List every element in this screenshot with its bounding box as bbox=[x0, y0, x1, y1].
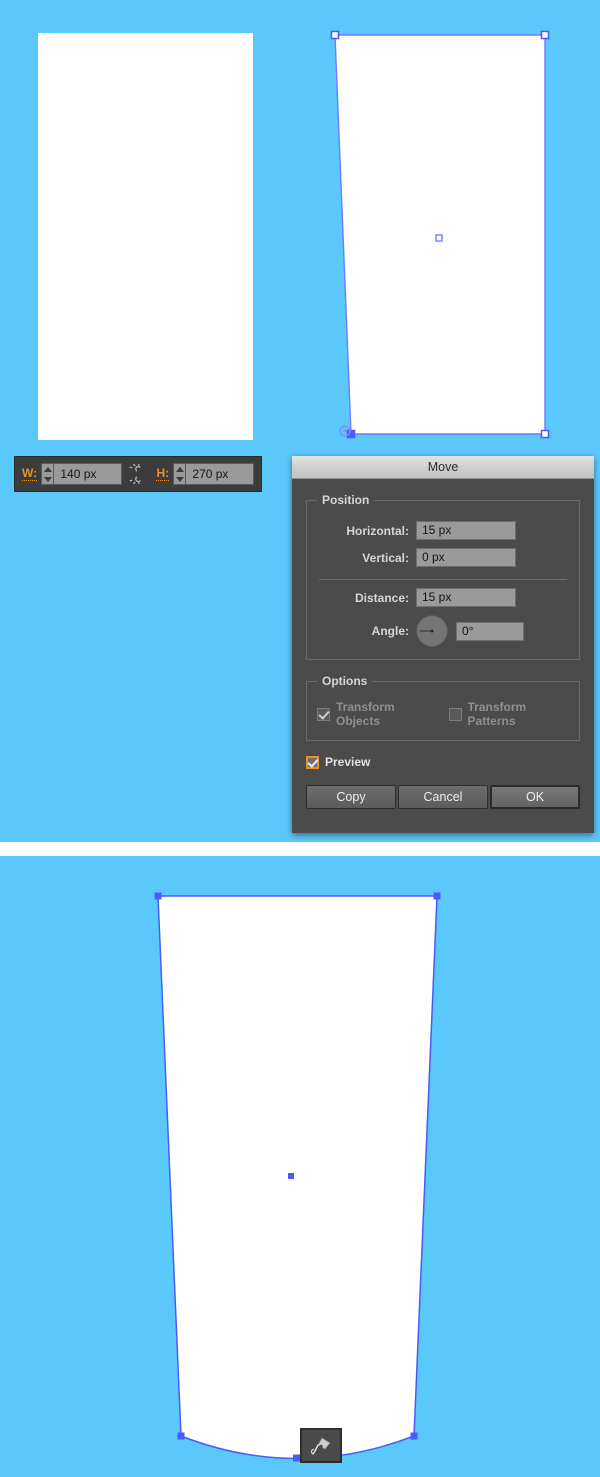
horizontal-label: Horizontal: bbox=[346, 523, 409, 538]
pen-tool-badge[interactable] bbox=[300, 1428, 342, 1463]
plain-rectangle[interactable] bbox=[0, 0, 300, 460]
height-label: H: bbox=[156, 466, 170, 481]
anchor-bottom-left bbox=[177, 1432, 185, 1440]
dialog-button-row: Copy Cancel OK bbox=[306, 785, 580, 809]
transform-toolbar: W: 140 px H: 270 px bbox=[14, 456, 262, 492]
panel-divider bbox=[0, 842, 600, 856]
distance-row: Distance: 15 px bbox=[317, 588, 569, 607]
preview-checkbox[interactable] bbox=[306, 755, 319, 769]
dialog-title-bar: Move bbox=[292, 456, 594, 479]
preview-row: Preview bbox=[306, 755, 580, 769]
distance-label: Distance: bbox=[354, 590, 409, 605]
horizontal-row: Horizontal: 15 px bbox=[317, 521, 569, 540]
vertical-field[interactable]: 0 px bbox=[416, 548, 516, 567]
angle-label: Angle: bbox=[371, 624, 409, 638]
anchor-top-right bbox=[433, 892, 441, 900]
transform-objects-checkbox[interactable] bbox=[317, 707, 330, 721]
broken-chain-link-icon[interactable] bbox=[128, 462, 151, 486]
copy-button[interactable]: Copy bbox=[306, 785, 396, 809]
move-dialog: Move Position Horizontal: 15 px Vertical… bbox=[292, 456, 594, 833]
bottom-canvas-panel bbox=[0, 856, 600, 1477]
center-point-icon bbox=[435, 234, 443, 242]
options-group: Options Transform Objects Transform Patt… bbox=[306, 674, 580, 741]
transform-objects-label: Transform Objects bbox=[336, 700, 395, 728]
tapered-rectangle-selected[interactable] bbox=[300, 0, 600, 460]
position-group: Position Horizontal: 15 px Vertical: 0 p… bbox=[306, 493, 580, 660]
transform-patterns-label: Transform Patterns bbox=[467, 700, 527, 728]
center-point-icon bbox=[288, 1173, 294, 1179]
angle-dial[interactable] bbox=[416, 615, 448, 647]
height-input[interactable]: 270 px bbox=[185, 463, 254, 485]
dialog-body: Position Horizontal: 15 px Vertical: 0 p… bbox=[292, 479, 594, 809]
position-divider bbox=[319, 579, 567, 580]
height-stepper[interactable] bbox=[173, 463, 187, 485]
top-canvas-panel: W: 140 px H: 270 px Move Position Horizo… bbox=[0, 0, 600, 842]
horizontal-field[interactable]: 15 px bbox=[416, 521, 516, 540]
angle-row: Angle: 0° bbox=[317, 615, 569, 647]
ok-button[interactable]: OK bbox=[490, 785, 580, 809]
transform-patterns-checkbox[interactable] bbox=[448, 707, 462, 721]
width-input[interactable]: 140 px bbox=[53, 463, 122, 485]
anchor-bottom-center bbox=[293, 1454, 300, 1462]
anchor-top-left bbox=[154, 892, 162, 900]
width-label: W: bbox=[22, 466, 38, 481]
cancel-button[interactable]: Cancel bbox=[398, 785, 488, 809]
tutorial-screenshot: W: 140 px H: 270 px Move Position Horizo… bbox=[0, 0, 600, 1477]
vertical-label: Vertical: bbox=[362, 550, 409, 565]
pen-tool-icon bbox=[310, 1436, 331, 1455]
preview-label: Preview bbox=[325, 755, 371, 769]
anchor-top-left bbox=[330, 30, 340, 40]
width-stepper[interactable] bbox=[41, 463, 55, 485]
distance-field[interactable]: 15 px bbox=[416, 588, 516, 607]
vertical-row: Vertical: 0 px bbox=[317, 548, 569, 567]
anchor-top-right bbox=[540, 30, 550, 40]
anchor-bottom-right bbox=[540, 429, 550, 439]
cup-shape-fill bbox=[158, 896, 437, 1459]
position-legend: Position bbox=[322, 493, 370, 507]
options-row: Transform Objects Transform Patterns bbox=[317, 700, 569, 728]
cup-shape-selected[interactable] bbox=[0, 856, 600, 1477]
options-legend: Options bbox=[322, 674, 368, 688]
angle-field[interactable]: 0° bbox=[456, 621, 524, 641]
anchor-bottom-right bbox=[410, 1432, 418, 1440]
